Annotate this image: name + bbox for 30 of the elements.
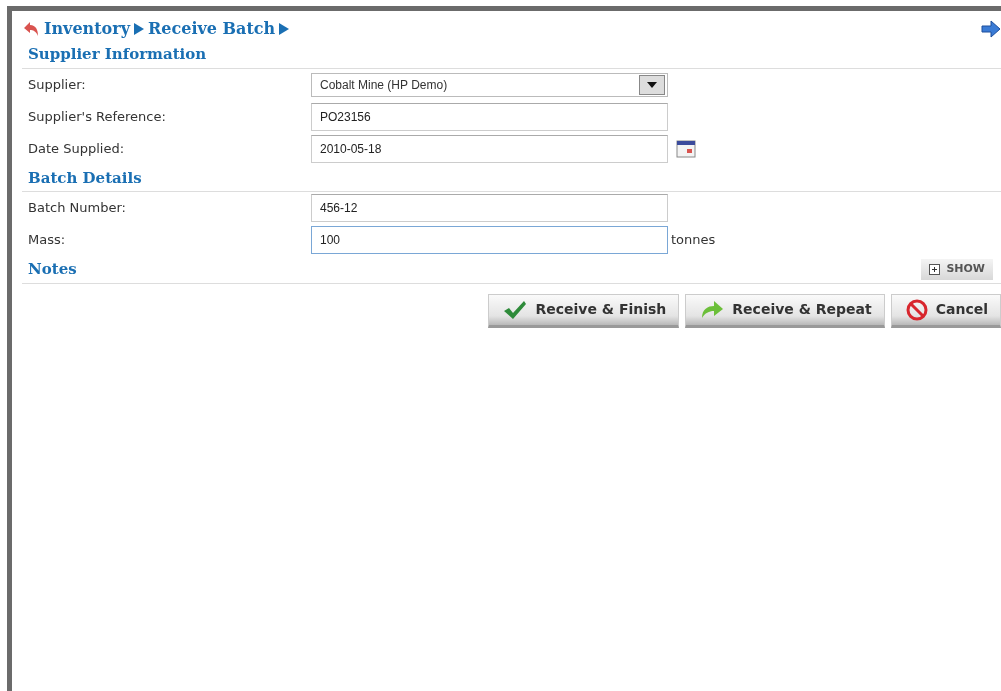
supplier-dropdown[interactable]: Cobalt Mine (HP Demo) [311,72,668,97]
input-field[interactable]: PO23156 [311,102,668,131]
action-button[interactable]: Receive & Repeat [685,293,885,328]
field-label: Supplier's Reference: [28,107,167,126]
forward-arrow-icon[interactable] [981,20,1001,38]
triangle-icon [134,23,144,35]
action-button[interactable]: Cancel [890,293,1001,328]
no-entry-icon [905,298,928,321]
plus-icon [929,263,941,275]
check-icon [503,299,528,320]
show-button[interactable]: SHOW [921,259,993,280]
input-field[interactable]: 2010-05-18 [311,134,668,163]
field-label: Mass: [28,231,67,250]
field-label: Batch Number: [28,199,127,218]
breadcrumb-link[interactable]: Inventory [44,17,130,41]
section-title: Supplier Information [28,44,207,65]
input-field[interactable]: 456-12 [311,194,668,222]
input-field[interactable]: 100 [311,226,668,254]
breadcrumb-link[interactable]: Receive Batch [148,17,276,41]
section-title: Batch Details [28,167,142,189]
calendar-icon[interactable] [676,139,696,158]
back-arrow-icon[interactable] [22,20,40,38]
action-button[interactable]: Receive & Finish [488,293,680,328]
dropdown-caret-icon[interactable] [639,74,665,95]
unit-label: tonnes [671,231,716,250]
triangle-icon [279,23,290,35]
curved-arrow-icon [700,299,725,320]
field-label: Supplier: [28,75,87,94]
field-label: Date Supplied: [28,139,126,158]
section-title: Notes [28,259,77,280]
